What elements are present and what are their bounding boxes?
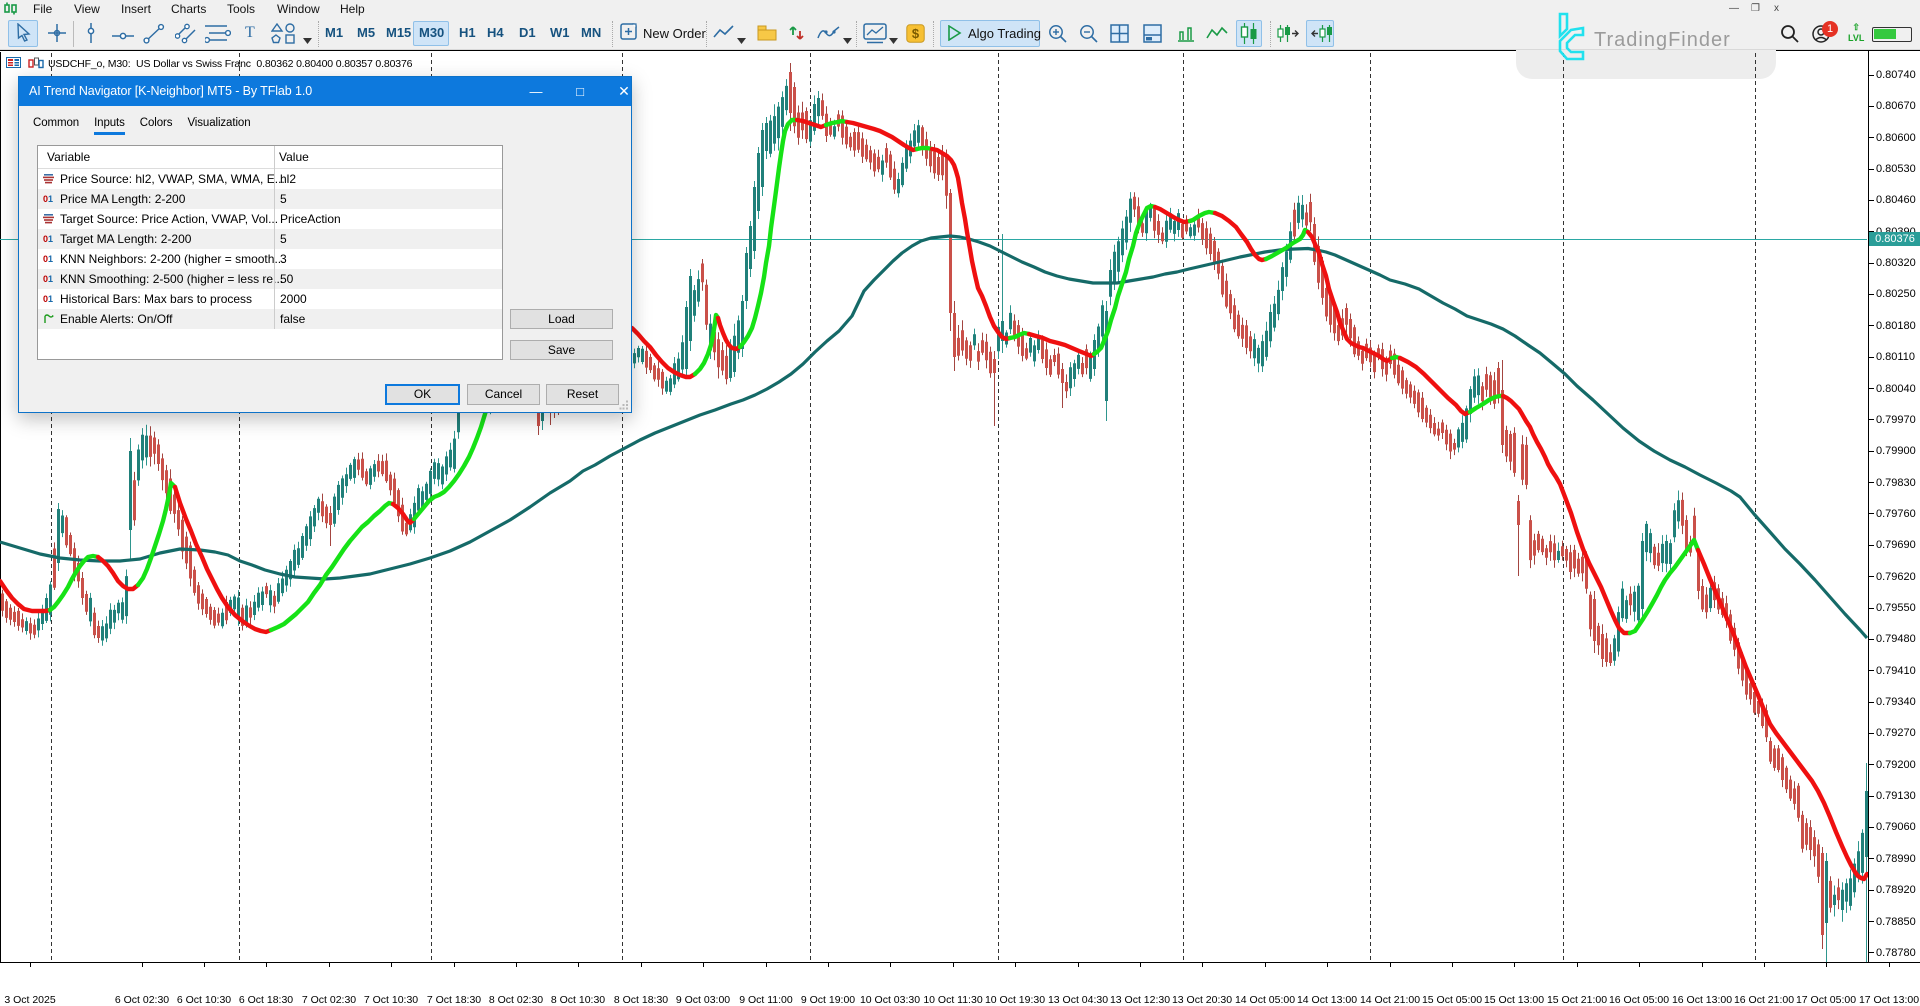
svg-text:$: $ (912, 26, 920, 41)
